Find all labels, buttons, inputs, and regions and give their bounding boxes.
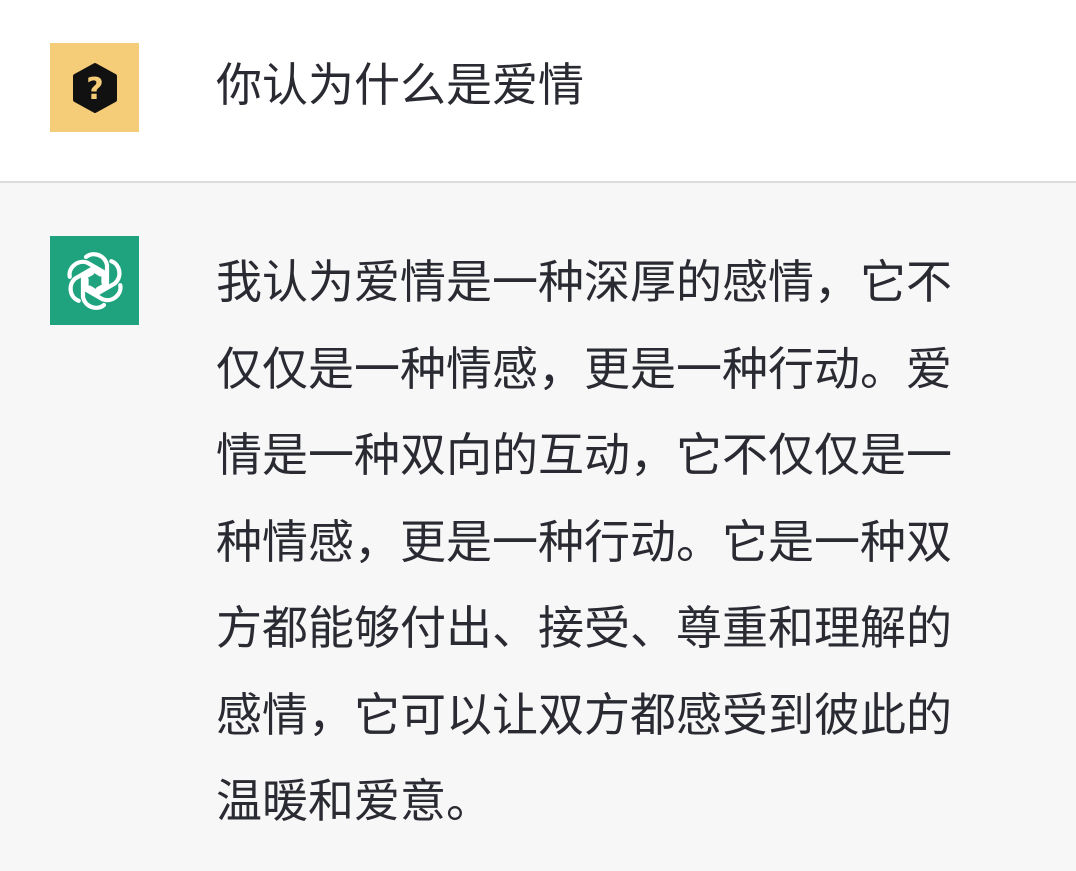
svg-text:?: ? (86, 72, 103, 107)
user-message-row: ? 你认为什么是爱情 (0, 0, 1076, 183)
assistant-text-line: 情是一种双向的互动，它不仅仅是一 (216, 428, 952, 482)
assistant-text-line: 感情，它可以让双方都感受到彼此的 (216, 687, 952, 742)
assistant-message-text: 我认为爱情是一种深厚的感情，它不 仅仅是一种情感，更是一种行动。爱 情是一种双向… (216, 239, 1046, 845)
user-message-text: 你认为什么是爱情 (216, 58, 584, 112)
assistant-text-line: 种情感，更是一种行动。它是一种双 (216, 514, 952, 569)
assistant-avatar (50, 236, 139, 325)
question-hexagon-icon: ? (72, 62, 117, 113)
user-avatar: ? (50, 43, 139, 132)
chat-conversation: ? 你认为什么是爱情 我认为爱情是一种深厚的感情，它不 仅仅是一种情感，更是一种… (0, 0, 1076, 871)
assistant-text-line: 我认为爱情是一种深厚的感情，它不 (216, 255, 952, 309)
assistant-text-line: 温暖和爱意。 (216, 774, 492, 828)
openai-logo-icon (66, 251, 123, 310)
assistant-text-line: 方都能够付出、接受、尊重和理解的 (216, 601, 952, 655)
assistant-message-row: 我认为爱情是一种深厚的感情，它不 仅仅是一种情感，更是一种行动。爱 情是一种双向… (0, 183, 1076, 871)
assistant-text-line: 仅仅是一种情感，更是一种行动。爱 (216, 341, 952, 396)
